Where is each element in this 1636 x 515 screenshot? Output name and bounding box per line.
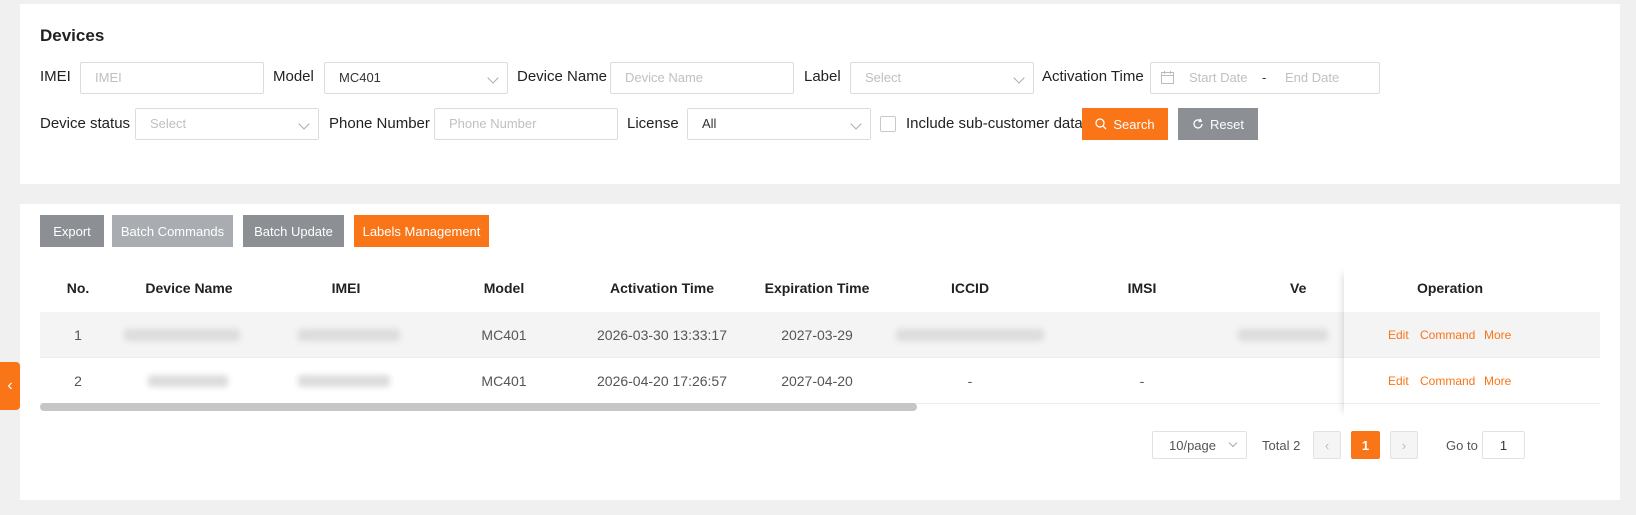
labels-management-button[interactable]: Labels Management xyxy=(354,215,489,247)
reset-button-label: Reset xyxy=(1210,116,1244,132)
operation-cell: Edit Command More xyxy=(1344,358,1556,404)
chevron-down-icon xyxy=(298,118,310,130)
activation-date-range[interactable]: Start Date - End Date xyxy=(1150,62,1380,94)
operation-column: Operation Edit Command More Edit Command… xyxy=(1344,268,1556,418)
model-select-value: MC401 xyxy=(339,70,381,85)
total-count: Total 2 xyxy=(1262,438,1301,453)
search-icon xyxy=(1095,118,1107,130)
phone-number-input[interactable]: Phone Number xyxy=(434,108,618,140)
cell-iccid: - xyxy=(967,373,973,389)
batch-commands-button[interactable]: Batch Commands xyxy=(112,215,233,247)
cell-expiration-time: 2027-04-20 xyxy=(781,373,853,389)
cell-iccid-redacted xyxy=(896,329,1044,341)
more-link[interactable]: More xyxy=(1484,328,1511,342)
cell-imei-redacted xyxy=(298,375,390,387)
device-status-label: Device status xyxy=(40,115,131,132)
device-status-placeholder: Select xyxy=(150,116,187,131)
imei-input[interactable]: IMEI xyxy=(80,62,264,94)
device-status-select[interactable]: Select xyxy=(135,108,319,140)
table-panel: Export Batch Commands Batch Update Label… xyxy=(20,204,1620,500)
chevron-down-icon xyxy=(1013,72,1025,84)
goto-page-input[interactable]: 1 xyxy=(1482,431,1525,459)
export-button[interactable]: Export xyxy=(40,215,104,247)
activation-time-label: Activation Time xyxy=(1042,68,1144,85)
page-button-1[interactable]: 1 xyxy=(1351,431,1380,459)
search-button-label: Search xyxy=(1113,116,1155,132)
chevron-left-icon: ‹ xyxy=(7,377,13,394)
col-header-activation-time: Activation Time xyxy=(610,280,714,296)
end-date-input[interactable]: End Date xyxy=(1285,63,1339,93)
edit-link[interactable]: Edit xyxy=(1388,374,1409,388)
horizontal-scrollbar[interactable] xyxy=(40,403,917,411)
device-name-label: Device Name xyxy=(517,68,608,85)
operation-cell: Edit Command More xyxy=(1344,312,1556,358)
cell-activation-time: 2026-04-20 17:26:57 xyxy=(597,373,727,389)
cell-no: 2 xyxy=(74,373,82,389)
license-label: License xyxy=(627,115,679,132)
label-filter-label: Label xyxy=(804,68,841,85)
filter-panel: Devices IMEI IMEI Model MC401 Device Nam… xyxy=(20,4,1620,184)
page-size-select[interactable]: 10/page xyxy=(1152,431,1247,459)
license-select-value: All xyxy=(702,116,717,131)
device-name-input[interactable]: Device Name xyxy=(610,62,794,94)
imei-label: IMEI xyxy=(40,68,71,85)
search-button[interactable]: Search xyxy=(1082,108,1168,140)
col-header-operation: Operation xyxy=(1416,280,1484,296)
more-link[interactable]: More xyxy=(1484,374,1511,388)
page-size-value: 10/page xyxy=(1169,437,1216,453)
cell-model: MC401 xyxy=(481,373,527,389)
cell-device-name-redacted xyxy=(124,329,240,341)
license-select[interactable]: All xyxy=(687,108,871,140)
label-select-placeholder: Select xyxy=(865,70,902,85)
page-title: Devices xyxy=(40,26,105,45)
cell-imei-redacted xyxy=(298,329,400,341)
goto-label: Go to xyxy=(1446,438,1478,453)
cell-no: 1 xyxy=(74,327,82,343)
refresh-icon xyxy=(1193,118,1203,129)
chevron-left-icon: ‹ xyxy=(1324,437,1330,453)
label-select[interactable]: Select xyxy=(850,62,1034,94)
prev-page-button[interactable]: ‹ xyxy=(1313,431,1341,459)
chevron-right-icon: › xyxy=(1401,437,1407,453)
col-header-model: Model xyxy=(483,280,525,296)
cell-expiration-time: 2027-03-29 xyxy=(781,327,853,343)
col-header-no: No. xyxy=(66,280,90,296)
cell-device-name-redacted xyxy=(148,375,228,387)
include-sub-checkbox[interactable] xyxy=(880,116,896,132)
date-separator: - xyxy=(1262,70,1267,85)
chevron-down-icon xyxy=(850,118,862,130)
device-table: No. Device Name IMEI Model Activation Ti… xyxy=(40,268,1600,418)
col-header-device-name: Device Name xyxy=(145,280,233,296)
cell-model: MC401 xyxy=(481,327,527,343)
command-link[interactable]: Command xyxy=(1420,328,1475,342)
phone-number-label: Phone Number xyxy=(329,115,430,132)
batch-update-button[interactable]: Batch Update xyxy=(243,215,344,247)
cell-version-redacted xyxy=(1238,329,1328,341)
calendar-icon xyxy=(1161,71,1174,84)
model-label: Model xyxy=(273,68,314,85)
next-page-button[interactable]: › xyxy=(1390,431,1418,459)
model-select[interactable]: MC401 xyxy=(324,62,508,94)
edit-link[interactable]: Edit xyxy=(1388,328,1409,342)
cell-imsi: - xyxy=(1139,373,1145,389)
cell-activation-time: 2026-03-30 13:33:17 xyxy=(597,327,727,343)
col-header-expiration-time: Expiration Time xyxy=(764,280,870,296)
chevron-down-icon xyxy=(1228,438,1238,448)
col-header-version: Ve xyxy=(1290,280,1307,296)
sidebar-toggle[interactable]: ‹ xyxy=(0,362,20,410)
col-header-imsi: IMSI xyxy=(1127,280,1157,296)
include-sub-label[interactable]: Include sub-customer data xyxy=(906,115,1083,132)
col-header-imei: IMEI xyxy=(331,280,361,296)
reset-button[interactable]: Reset xyxy=(1178,108,1258,140)
col-header-iccid: ICCID xyxy=(950,280,990,296)
chevron-down-icon xyxy=(487,72,499,84)
command-link[interactable]: Command xyxy=(1420,374,1475,388)
start-date-input[interactable]: Start Date xyxy=(1189,63,1248,93)
